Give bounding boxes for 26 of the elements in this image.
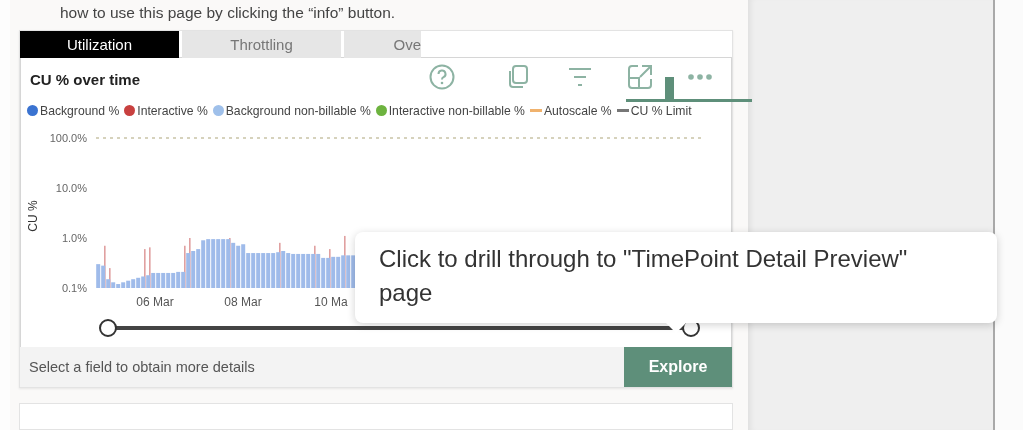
hint-text: Select a field to obtain more details bbox=[28, 358, 255, 375]
axis-tick-label: 10.0% bbox=[55, 181, 87, 194]
help-icon[interactable] bbox=[428, 63, 456, 91]
axis-tick-label: 10 Ma bbox=[314, 294, 348, 309]
tab[interactable]: Ove bbox=[344, 30, 421, 58]
tab[interactable]: Utilization bbox=[20, 30, 179, 58]
instruction-text: how to use this page by clicking the “info” button. bbox=[60, 4, 396, 21]
axis-tick-label: 06 Mar bbox=[136, 294, 174, 309]
axis-tick-label: 08 Mar bbox=[224, 294, 262, 309]
tooltip: Click to drill through to "TimePoint Detail Preview" page bbox=[355, 232, 997, 323]
tooltip-pointer bbox=[665, 322, 687, 333]
axis-tick-label: 0.1% bbox=[61, 281, 87, 294]
legend-label: Background non-billable % bbox=[225, 103, 371, 118]
explore-button[interactable]: Explore bbox=[624, 346, 732, 387]
axis-tick-label: 1.0% bbox=[61, 231, 87, 244]
slider-handle[interactable] bbox=[99, 318, 117, 337]
focus-mode-icon[interactable] bbox=[626, 63, 654, 91]
chart-title: CU % over time bbox=[30, 70, 141, 90]
axis-title: CU % bbox=[26, 199, 40, 232]
axis-tick-label: 100.0% bbox=[49, 131, 87, 144]
legend-label: Autoscale % bbox=[543, 103, 612, 118]
tab[interactable]: Throttling bbox=[182, 30, 341, 58]
legend-label: CU % Limit bbox=[630, 103, 692, 118]
legend-label: Interactive % bbox=[137, 103, 208, 118]
legend-label: Background % bbox=[40, 103, 120, 118]
legend-label: Interactive non-billable % bbox=[388, 103, 525, 118]
